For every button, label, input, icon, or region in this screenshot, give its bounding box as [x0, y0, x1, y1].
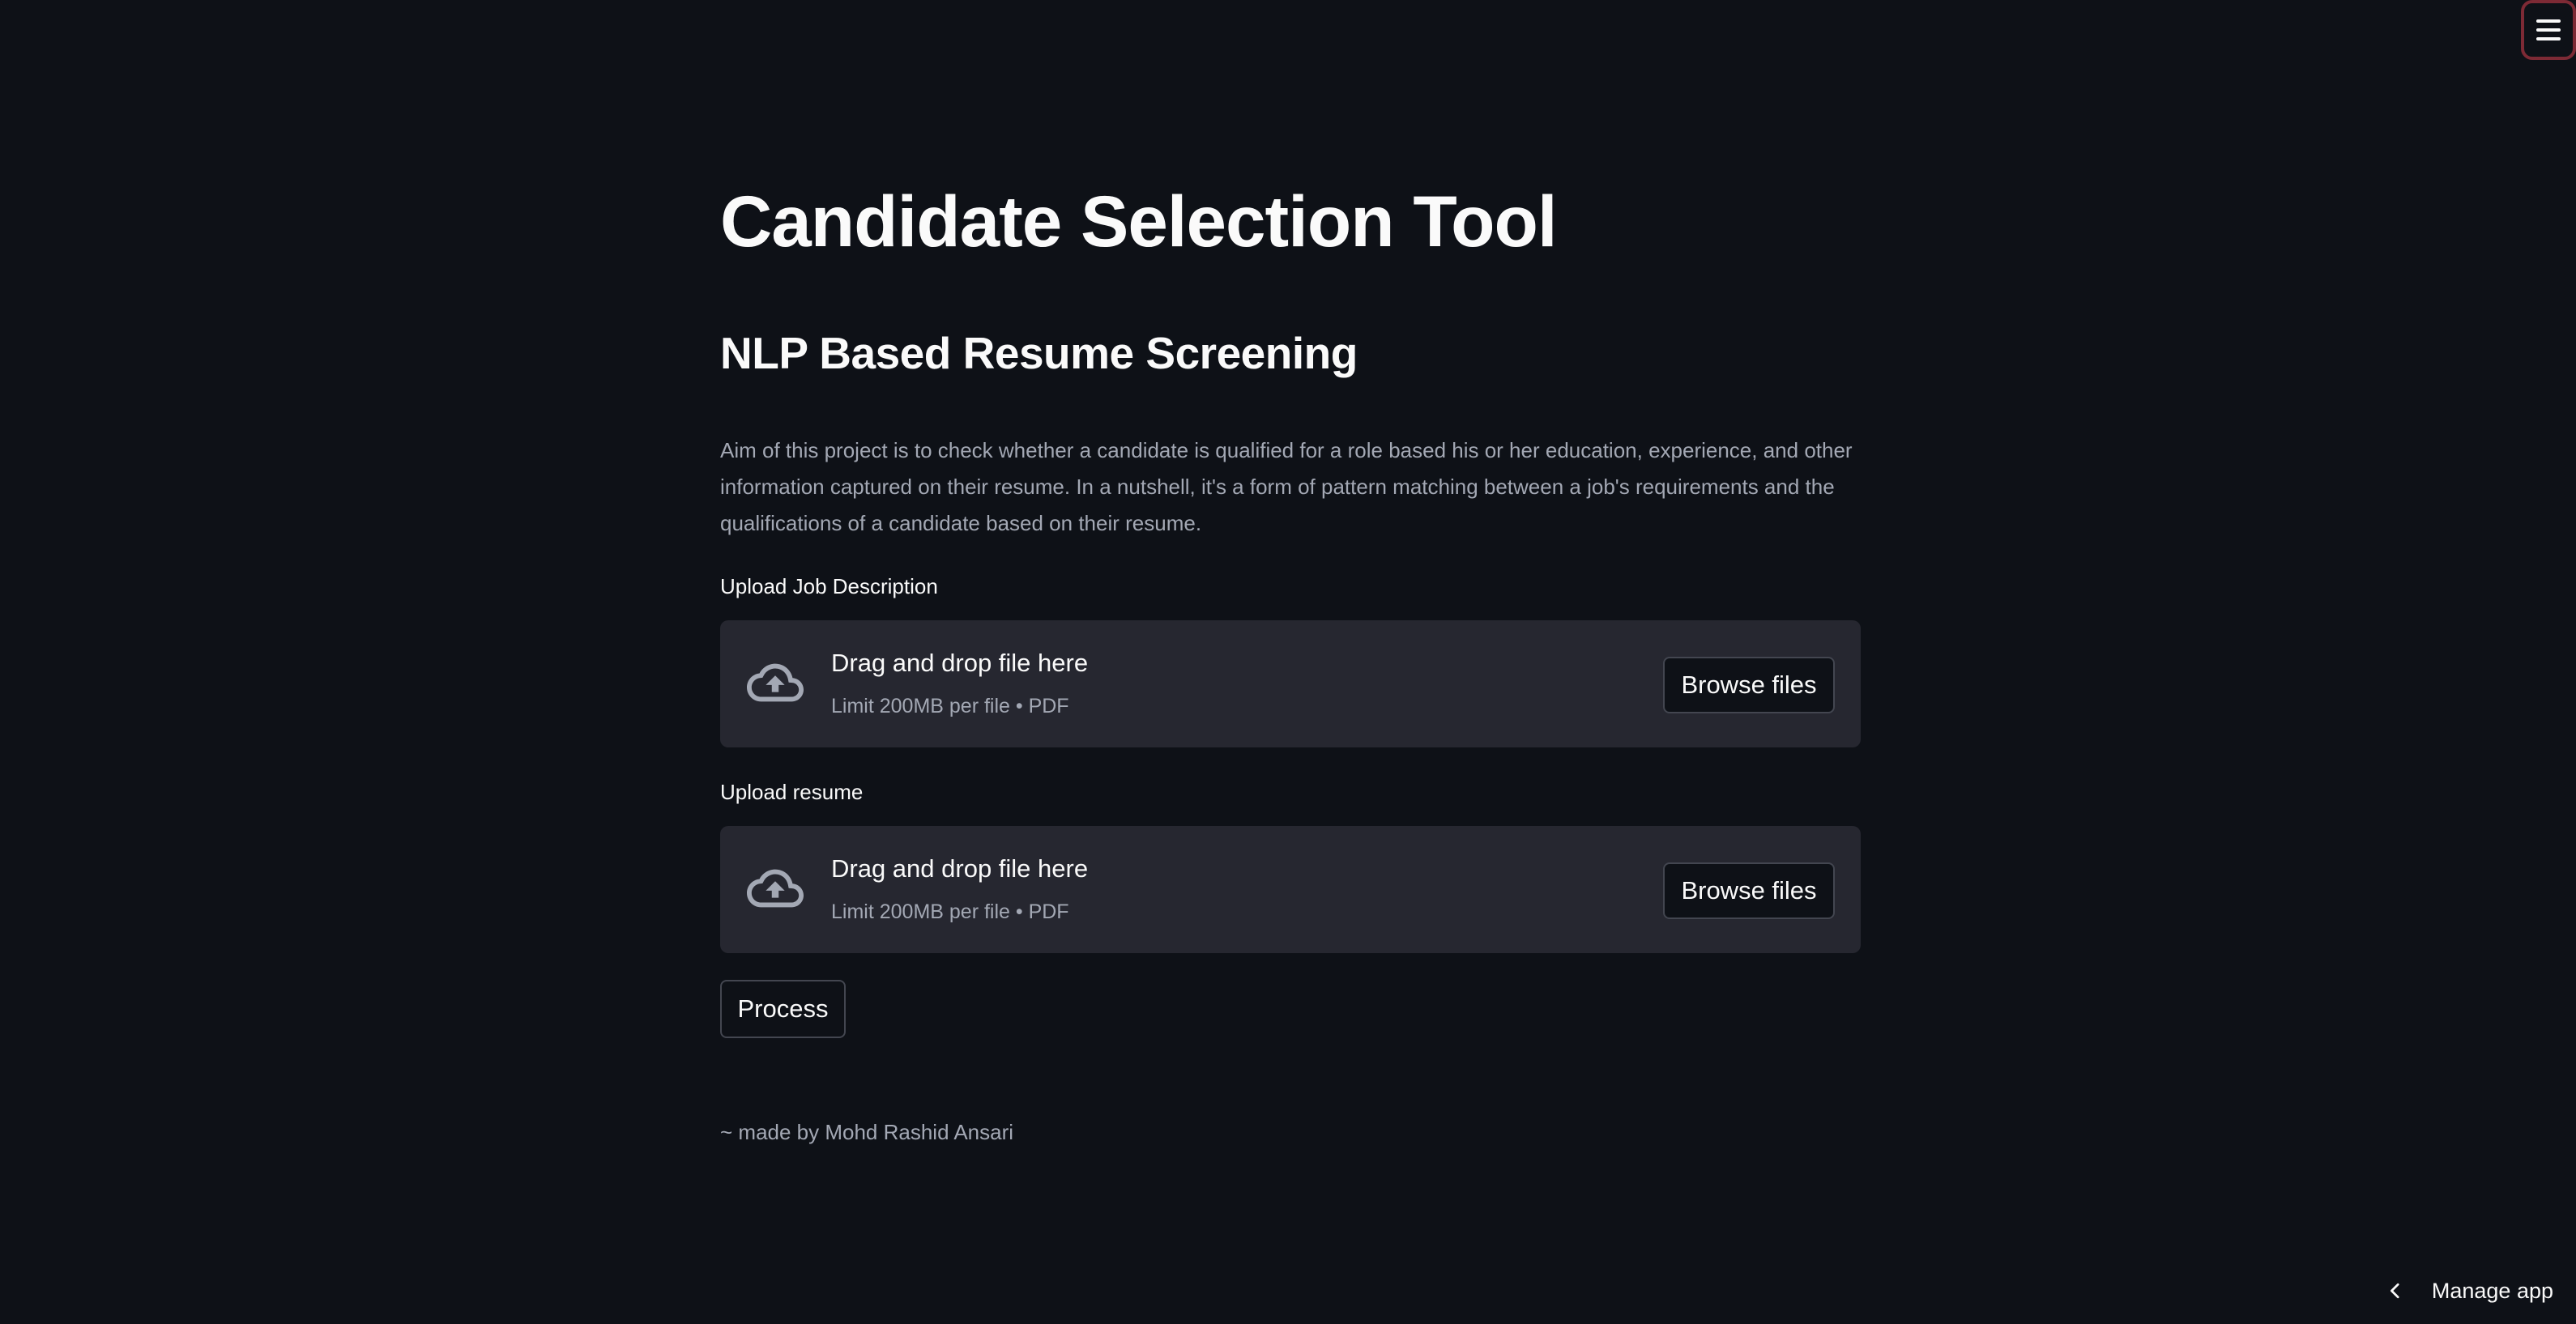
upload-job-description-label: Upload Job Description [720, 574, 938, 598]
chevron-left-icon [2390, 1283, 2399, 1299]
project-description: Aim of this project is to check whether … [720, 438, 1853, 535]
manage-app-label: Manage app [2431, 1278, 2553, 1303]
app-page: Candidate Selection Tool NLP Based Resum… [0, 0, 2576, 1324]
dropzone-title: Drag and drop file here [831, 854, 1089, 883]
browse-files-button[interactable]: Browse files [1663, 657, 1835, 713]
upload-resume-label: Upload resume [720, 780, 864, 804]
process-button[interactable]: Process [720, 980, 846, 1038]
resume-dropzone[interactable]: Drag and drop file here Limit 200MB per … [720, 826, 1861, 953]
cloud-upload-icon [747, 869, 804, 908]
cloud-upload-icon [747, 663, 804, 702]
page-title: Candidate Selection Tool [720, 181, 1558, 262]
hamburger-menu-icon-line [2536, 19, 2561, 23]
hamburger-menu-icon-line [2536, 37, 2561, 40]
main-menu-button[interactable] [2521, 0, 2576, 60]
hamburger-menu-icon-line [2536, 28, 2561, 32]
manage-app-button[interactable]: Manage app [2386, 1267, 2553, 1314]
page-subtitle: NLP Based Resume Screening [720, 328, 1358, 378]
job-description-dropzone[interactable]: Drag and drop file here Limit 200MB per … [720, 620, 1861, 747]
dropzone-title: Drag and drop file here [831, 649, 1089, 677]
browse-files-button[interactable]: Browse files [1663, 862, 1835, 919]
author-credit: ~ made by Mohd Rashid Ansari [720, 1120, 1014, 1144]
dropzone-limit-text: Limit 200MB per file • PDF [831, 900, 1069, 923]
dropzone-limit-text: Limit 200MB per file • PDF [831, 695, 1069, 717]
